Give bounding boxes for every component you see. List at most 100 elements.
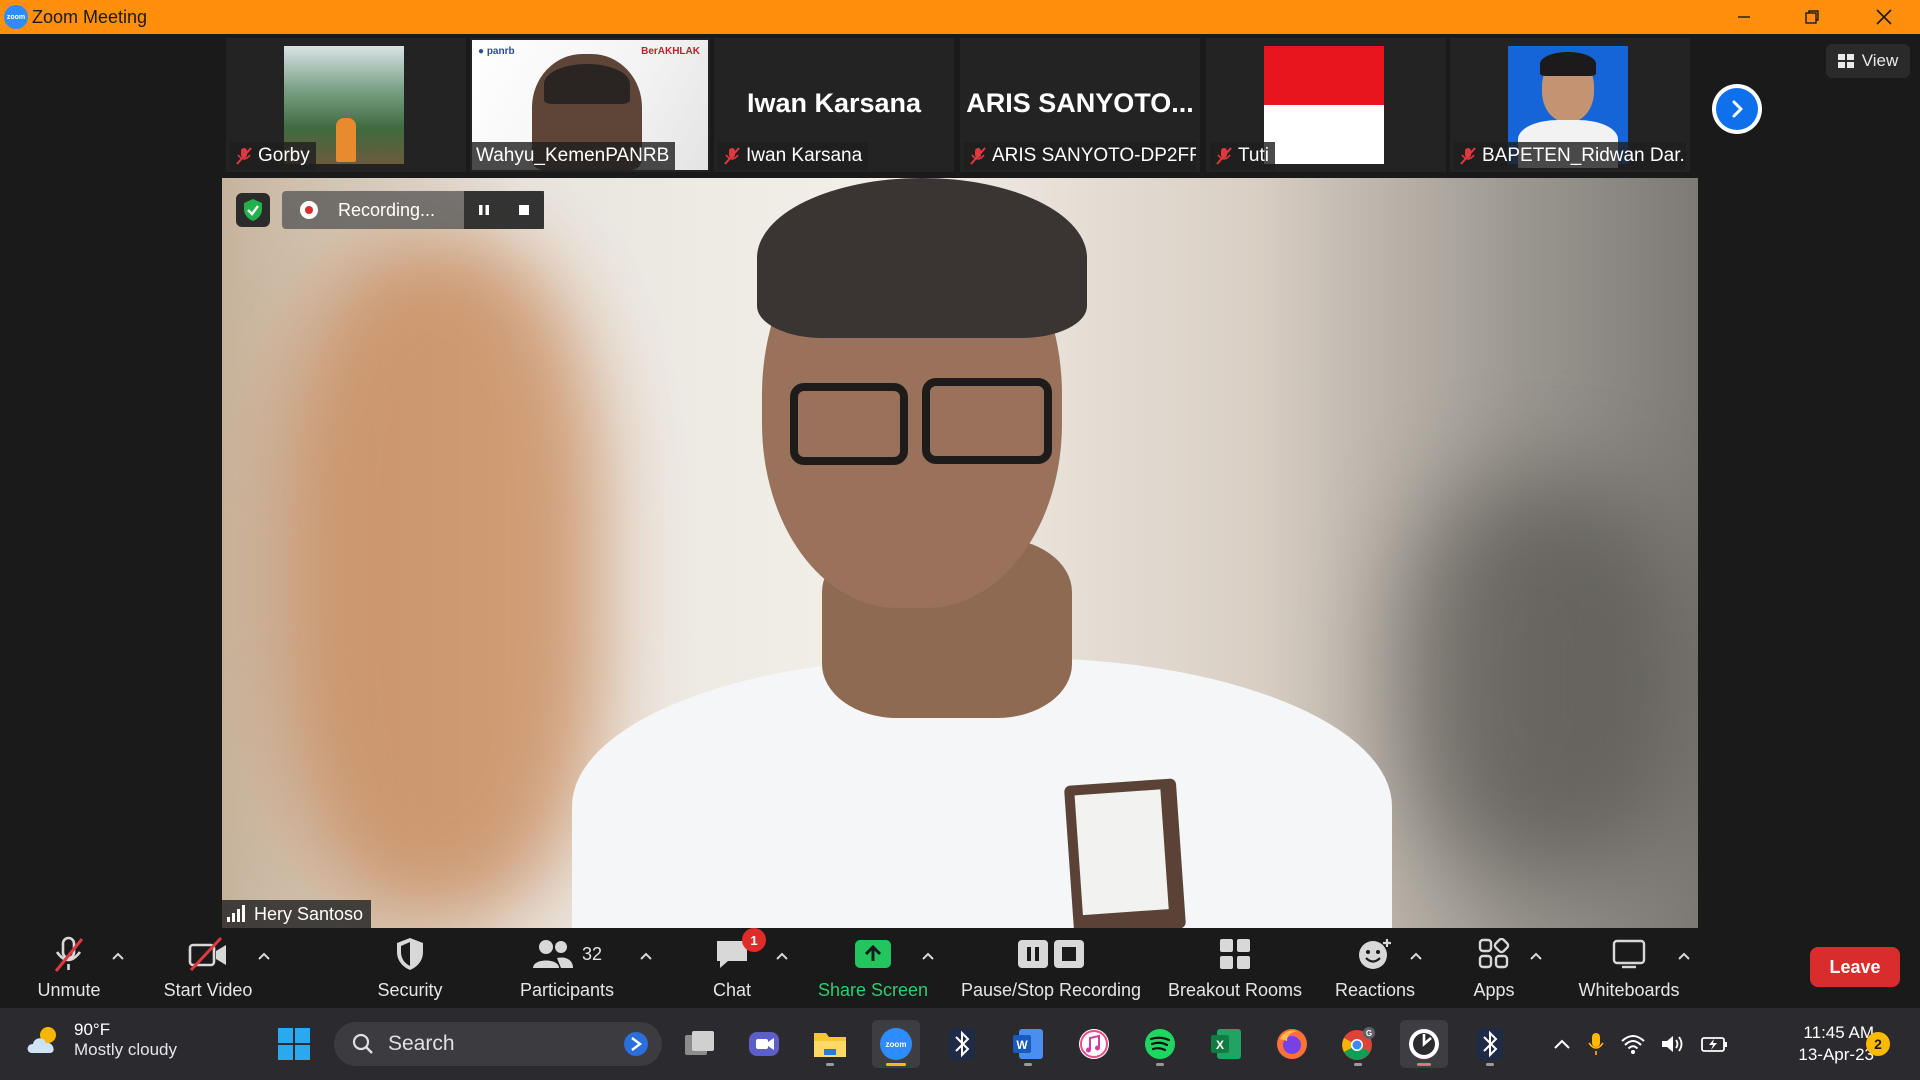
participants-button[interactable]: 32 Participants [512, 934, 622, 1004]
taskbar-zoom[interactable]: zoom [872, 1020, 920, 1068]
whiteboards-button[interactable]: Whiteboards [1570, 934, 1688, 1004]
taskbar-task-view[interactable] [676, 1020, 724, 1068]
restore-icon [1805, 10, 1819, 24]
search-placeholder: Search [388, 1032, 455, 1055]
stop-recording-button[interactable] [504, 191, 544, 229]
notification-count-badge[interactable]: 2 [1866, 1032, 1890, 1056]
taskbar-screen-recorder[interactable] [1400, 1020, 1448, 1068]
meeting-toolbar: Unmute Start Video Security 32 Participa… [0, 928, 1920, 1008]
taskbar-file-explorer[interactable] [806, 1020, 854, 1068]
wifi-icon[interactable] [1620, 1033, 1646, 1055]
apps-button[interactable]: Apps [1460, 934, 1528, 1004]
minimize-button[interactable] [1716, 0, 1772, 34]
view-button[interactable]: View [1826, 44, 1910, 78]
apps-options-caret[interactable] [1524, 944, 1548, 968]
cloudy-weather-icon [27, 1027, 56, 1053]
start-video-button[interactable]: Start Video [152, 934, 264, 1004]
participant-video-thumbnail [1264, 46, 1384, 164]
taskbar-spotify[interactable] [1136, 1020, 1184, 1068]
weather-temperature: 90°F [74, 1020, 111, 1039]
participant-tile-gorby[interactable]: Gorby [226, 38, 466, 172]
taskbar-chrome[interactable]: G [1334, 1020, 1382, 1068]
whiteboards-options-caret[interactable] [1672, 944, 1696, 968]
participant-tile-ridwan[interactable]: BAPETEN_Ridwan Dar... [1450, 38, 1690, 172]
mic-muted-icon [54, 936, 84, 972]
share-screen-icon [855, 940, 891, 968]
chrome-icon: G [1342, 1027, 1375, 1060]
apps-label: Apps [1473, 980, 1515, 1000]
close-button[interactable] [1856, 0, 1912, 34]
participant-name: Iwan Karsana [746, 145, 863, 166]
participant-name-tag: Wahyu_KemenPANRB [472, 142, 676, 170]
encryption-shield-icon[interactable] [236, 193, 270, 227]
bluetooth-icon [949, 1028, 975, 1060]
search-icon [352, 1033, 373, 1054]
mic-muted-icon [236, 147, 252, 165]
security-button[interactable]: Security [364, 934, 456, 1004]
pause-stop-recording-button[interactable]: Pause/Stop Recording [956, 934, 1146, 1004]
clock-time: 11:45 AM [1803, 1023, 1874, 1042]
taskbar-bluetooth-app-2[interactable] [1466, 1020, 1514, 1068]
start-menu-button[interactable] [270, 1020, 318, 1068]
participants-icon [532, 940, 573, 968]
reactions-smiley-icon [1359, 939, 1391, 969]
view-button-label: View [1861, 51, 1899, 70]
participant-tile-tuti[interactable]: Tuti [1206, 38, 1446, 172]
recording-indicator: Recording... [282, 191, 544, 229]
microphone-icon[interactable] [1586, 1031, 1606, 1057]
whiteboard-icon [1612, 939, 1646, 969]
participant-name-tag: Iwan Karsana [718, 142, 869, 170]
chevron-up-icon [1410, 952, 1422, 960]
unmute-label: Unmute [37, 980, 101, 1000]
windows-logo-icon [278, 1028, 310, 1060]
participant-name: ARIS SANYOTO-DP2FR... [992, 145, 1196, 166]
chevron-up-icon [776, 952, 788, 960]
bluetooth-icon [1477, 1028, 1503, 1060]
audio-options-caret[interactable] [106, 944, 130, 968]
chevron-right-icon [1732, 100, 1743, 118]
breakout-rooms-label: Breakout Rooms [1167, 980, 1303, 1000]
taskbar-itunes[interactable] [1070, 1020, 1118, 1068]
recording-status: Recording... [338, 200, 436, 220]
breakout-rooms-button[interactable]: Breakout Rooms [1162, 934, 1308, 1004]
reactions-label: Reactions [1334, 980, 1416, 1000]
share-options-caret[interactable] [916, 944, 940, 968]
taskbar-bluetooth-app[interactable] [938, 1020, 986, 1068]
taskbar-search-box[interactable]: Search [334, 1022, 662, 1066]
speaker-volume-icon[interactable] [1660, 1033, 1686, 1055]
next-page-button[interactable] [1712, 84, 1762, 134]
unmute-button[interactable]: Unmute [24, 934, 114, 1004]
chat-options-caret[interactable] [770, 944, 794, 968]
close-icon [1876, 9, 1892, 25]
participants-options-caret[interactable] [634, 944, 658, 968]
restore-button[interactable] [1784, 0, 1840, 34]
participant-tile-iwan[interactable]: Iwan Karsana Iwan Karsana [714, 38, 954, 172]
taskbar-firefox[interactable] [1268, 1020, 1316, 1068]
participant-tile-wahyu[interactable]: ● panrb BerAKHLAK Wahyu_KemenPANRB [470, 38, 710, 172]
clock-date: 13-Apr-23 [1798, 1045, 1874, 1064]
participant-name-tag: Gorby [230, 142, 316, 170]
participant-name-tag: BAPETEN_Ridwan Dar... [1454, 142, 1686, 170]
participant-tile-aris[interactable]: ARIS SANYOTO... ARIS SANYOTO-DP2FR... [960, 38, 1200, 172]
taskbar-excel[interactable]: X [1202, 1020, 1250, 1068]
taskbar-word[interactable]: W [1004, 1020, 1052, 1068]
chat-button[interactable]: 1 Chat [702, 928, 766, 1004]
active-speaker-name: Hery Santoso [254, 903, 364, 924]
battery-charging-icon[interactable] [1700, 1034, 1728, 1054]
pause-recording-button[interactable] [464, 191, 504, 229]
weather-widget[interactable]: 90°F Mostly cloudy [24, 1020, 177, 1060]
firefox-icon [1277, 1029, 1307, 1059]
chat-label: Chat [712, 980, 752, 1000]
taskbar-teams[interactable] [740, 1020, 788, 1068]
taskbar-clock[interactable]: 11:45 AM 13-Apr-23 [1762, 1022, 1874, 1066]
video-options-caret[interactable] [252, 944, 276, 968]
video-off-icon [188, 936, 226, 972]
minimize-icon [1738, 16, 1750, 18]
start-video-label: Start Video [163, 980, 253, 1000]
chevron-up-icon[interactable] [1552, 1037, 1572, 1051]
participant-initial-name: Iwan Karsana [746, 88, 922, 118]
recording-controls-icon [1018, 940, 1084, 968]
leave-button[interactable]: Leave [1810, 947, 1900, 987]
reactions-options-caret[interactable] [1404, 944, 1428, 968]
mic-muted-icon [970, 147, 986, 165]
